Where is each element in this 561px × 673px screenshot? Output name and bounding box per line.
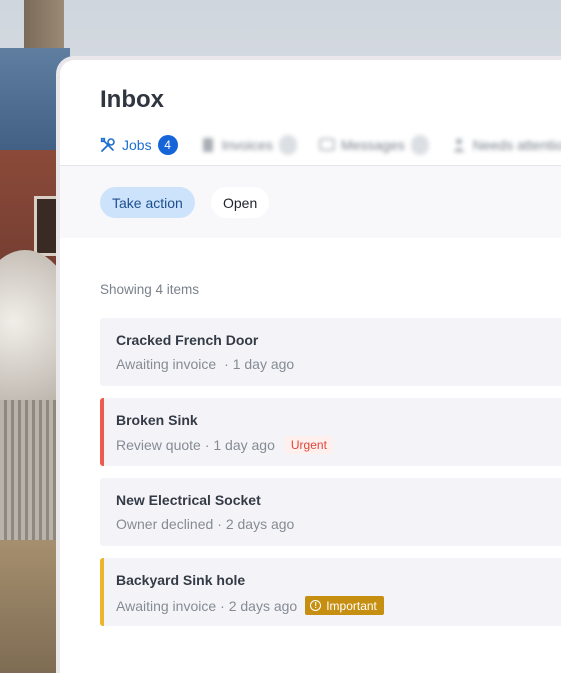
tab-jobs-count: 4 [157, 135, 178, 155]
job-time: · 2 days ago [220, 597, 298, 614]
info-icon: ! [310, 600, 322, 611]
job-item-broken-sink[interactable]: Broken Sink Review quote · 1 day ago Urg… [100, 398, 561, 466]
tab-messages[interactable]: Messages [319, 135, 429, 155]
job-meta: Owner declined · 2 days ago [116, 516, 294, 532]
job-meta: Awaiting invoice · 2 days ago ! Importan… [116, 596, 384, 615]
job-item-cracked-french-door[interactable]: Cracked French Door Awaiting invoice · 1… [100, 318, 561, 386]
tab-jobs[interactable]: Jobs 4 [100, 135, 178, 155]
tab-messages-label: Messages [340, 137, 405, 153]
filter-bar: Take action Open [60, 166, 561, 238]
job-title: Broken Sink [116, 412, 198, 428]
take-action-filter[interactable]: Take action [100, 187, 195, 218]
job-item-new-electrical-socket[interactable]: New Electrical Socket Owner declined · 2… [100, 478, 561, 546]
important-badge-label: Important [326, 598, 377, 613]
job-status: Owner declined [116, 516, 214, 532]
job-item-backyard-sink-hole[interactable]: Backyard Sink hole Awaiting invoice · 2 … [100, 558, 561, 626]
job-status: Review quote [116, 437, 201, 453]
job-time: · 1 day ago [204, 437, 275, 453]
job-title: Backyard Sink hole [116, 572, 246, 588]
job-status: Awaiting invoice [116, 597, 217, 614]
person-icon [451, 137, 467, 153]
open-filter[interactable]: Open [211, 187, 270, 218]
tab-jobs-label: Jobs [122, 137, 152, 153]
important-badge: ! Important [305, 596, 384, 615]
tab-invoices[interactable]: Invoices [200, 135, 297, 155]
invoice-icon [200, 137, 216, 153]
job-meta: Awaiting invoice · 1 day ago [116, 356, 294, 372]
tab-bar: Jobs 4 Invoices Messages Needs attention [100, 134, 561, 156]
page-title: Inbox [100, 86, 164, 113]
job-time: · 1 day ago [224, 356, 295, 372]
tab-invoices-label: Invoices [221, 137, 273, 153]
job-title: Cracked French Door [116, 332, 259, 348]
tab-messages-count [410, 135, 429, 155]
item-count-label: Showing 4 items [100, 282, 200, 297]
job-title: New Electrical Socket [116, 492, 261, 508]
job-status: Awaiting invoice [116, 356, 217, 372]
tab-needs-attention-label: Needs attention [472, 137, 561, 153]
inbox-panel: Inbox Jobs 4 Invoices Messages Needs att… [56, 56, 561, 673]
job-meta: Review quote · 1 day ago Urgent [116, 436, 333, 454]
tools-icon [100, 137, 116, 153]
job-time: · 2 days ago [217, 516, 295, 532]
tab-needs-attention[interactable]: Needs attention [451, 137, 561, 153]
urgent-badge: Urgent [284, 436, 333, 454]
tab-invoices-count [278, 135, 297, 155]
message-icon [319, 137, 335, 153]
